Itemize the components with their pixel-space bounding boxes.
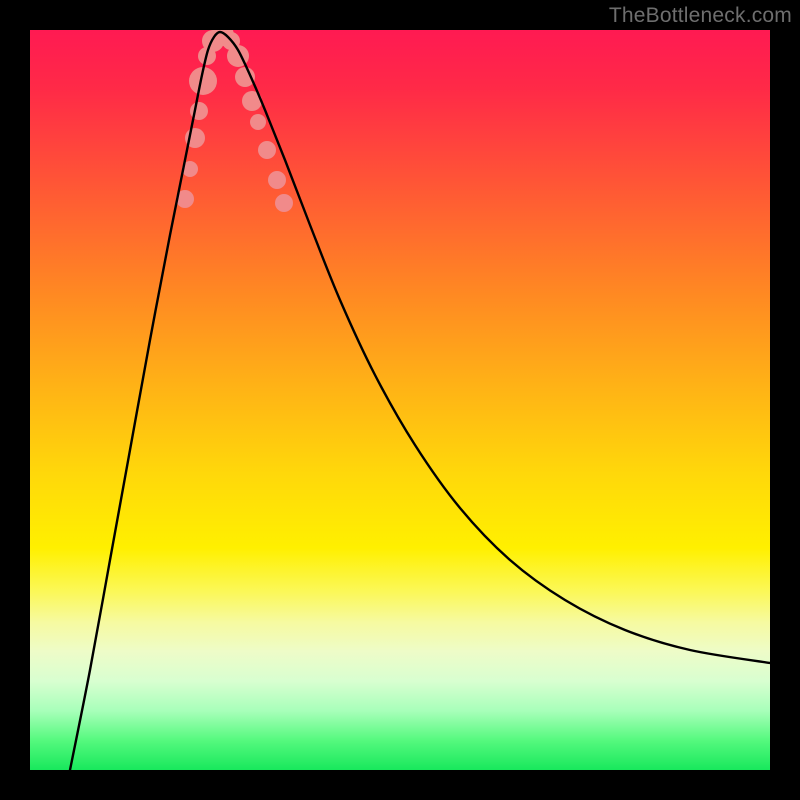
bottleneck-curve-path (70, 32, 770, 770)
curve-marker (258, 141, 276, 159)
curve-marker (268, 171, 286, 189)
watermark-text: TheBottleneck.com (609, 4, 792, 28)
chart-plot-area (30, 30, 770, 770)
curve-marker (250, 114, 266, 130)
chart-stage: TheBottleneck.com (0, 0, 800, 800)
chart-overlay-svg (30, 30, 770, 770)
curve-marker (275, 194, 293, 212)
